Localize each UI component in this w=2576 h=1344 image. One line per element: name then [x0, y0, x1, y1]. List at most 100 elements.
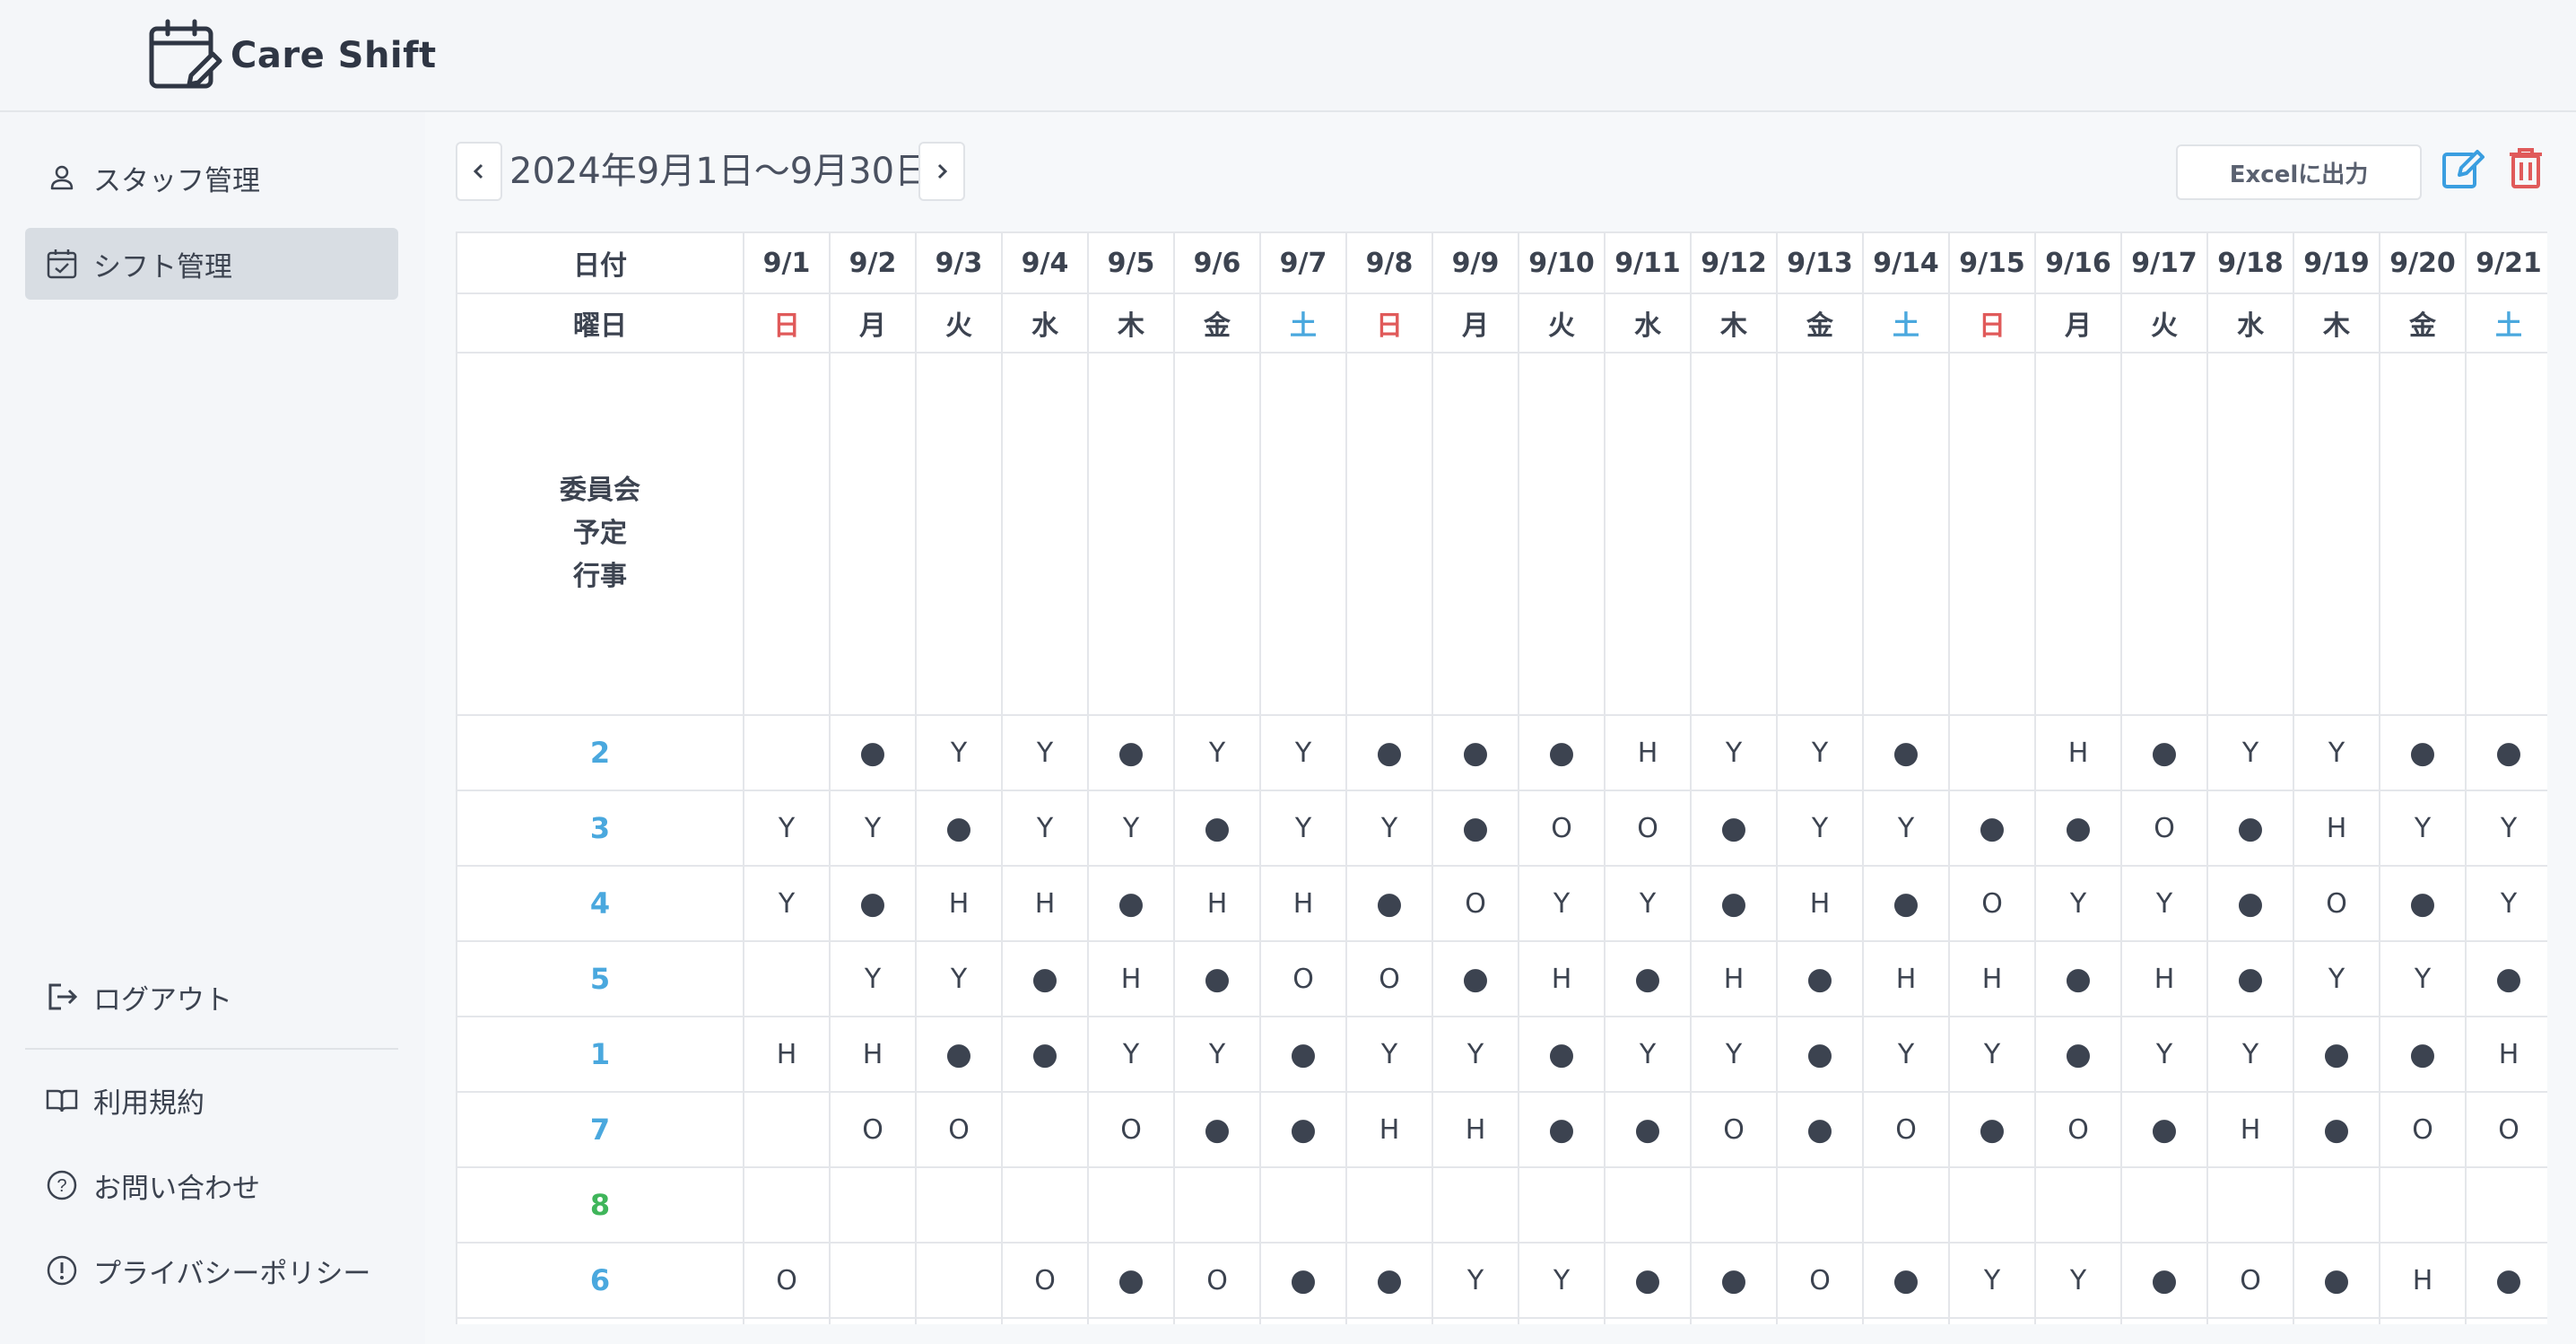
shift-cell[interactable]: ● — [2379, 865, 2467, 942]
committee-cell[interactable] — [1001, 352, 1089, 716]
shift-cell[interactable]: Y — [1948, 1016, 2036, 1093]
shift-cell[interactable]: ● — [915, 1016, 1003, 1093]
staff-id[interactable]: 5 — [456, 940, 744, 1017]
shift-cell[interactable]: ● — [2034, 940, 2122, 1017]
shift-cell[interactable]: ● — [1345, 865, 1433, 942]
staff-id[interactable]: 7 — [456, 1091, 744, 1168]
shift-cell[interactable]: Y — [829, 790, 917, 867]
shift-cell[interactable]: ● — [1862, 714, 1950, 791]
shift-cell[interactable] — [1948, 1166, 2036, 1244]
shift-cell[interactable] — [1690, 1317, 1778, 1324]
shift-cell[interactable] — [1345, 1166, 1433, 1244]
shift-cell[interactable]: H — [1087, 940, 1175, 1017]
shift-cell[interactable]: ● — [1518, 1091, 1606, 1168]
shift-cell[interactable]: Y — [2120, 1016, 2208, 1093]
shift-cell[interactable]: O — [2206, 1242, 2294, 1319]
shift-cell[interactable] — [1001, 1166, 1089, 1244]
shift-cell[interactable] — [2034, 1317, 2122, 1324]
shift-cell[interactable]: H — [1001, 865, 1089, 942]
shift-cell[interactable]: Y — [1001, 714, 1089, 791]
terms-link[interactable]: 利用規約 — [25, 1064, 398, 1136]
shift-cell[interactable]: Y — [2293, 940, 2380, 1017]
shift-cell[interactable]: H — [2465, 1016, 2547, 1093]
shift-cell[interactable] — [1001, 1091, 1089, 1168]
shift-cell[interactable]: ● — [1259, 1016, 1347, 1093]
shift-cell[interactable]: ● — [1862, 1242, 1950, 1319]
shift-cell[interactable]: H — [1862, 940, 1950, 1017]
shift-cell[interactable]: ● — [829, 865, 917, 942]
shift-cell[interactable]: H — [1690, 940, 1778, 1017]
shift-cell[interactable]: ● — [1604, 940, 1692, 1017]
shift-cell[interactable]: O — [915, 1091, 1003, 1168]
shift-cell[interactable]: O — [1690, 1091, 1778, 1168]
shift-cell[interactable]: O — [1087, 1091, 1175, 1168]
next-period-button[interactable] — [918, 142, 965, 201]
shift-cell[interactable]: ● — [2293, 1091, 2380, 1168]
shift-cell[interactable] — [1173, 1317, 1261, 1324]
shift-cell[interactable] — [1173, 1166, 1261, 1244]
committee-cell[interactable] — [1690, 352, 1778, 716]
shift-cell[interactable]: Y — [2293, 714, 2380, 791]
shift-cell[interactable]: ● — [2465, 714, 2547, 791]
shift-cell[interactable]: ● — [1087, 865, 1175, 942]
shift-cell[interactable]: Y — [2379, 940, 2467, 1017]
committee-cell[interactable] — [1173, 352, 1261, 716]
shift-cell[interactable]: Y — [2034, 865, 2122, 942]
shift-cell[interactable]: ● — [1087, 1242, 1175, 1319]
committee-cell[interactable] — [1087, 352, 1175, 716]
shift-cell[interactable]: ● — [2120, 1091, 2208, 1168]
staff-id[interactable]: 6 — [456, 1242, 744, 1319]
shift-cell[interactable]: ● — [2034, 790, 2122, 867]
staff-id[interactable]: 3 — [456, 790, 744, 867]
committee-cell[interactable] — [2465, 352, 2547, 716]
committee-cell[interactable] — [829, 352, 917, 716]
logout-button[interactable]: ログアウト — [25, 961, 398, 1033]
committee-cell[interactable] — [2206, 352, 2294, 716]
committee-cell[interactable] — [1948, 352, 2036, 716]
shift-cell[interactable]: Y — [2120, 865, 2208, 942]
shift-cell[interactable] — [743, 1317, 831, 1324]
shift-cell[interactable]: Y — [915, 714, 1003, 791]
shift-cell[interactable] — [1087, 1317, 1175, 1324]
shift-cell[interactable]: H — [1259, 865, 1347, 942]
export-excel-button[interactable]: Excelに出力 — [2176, 144, 2422, 200]
shift-cell[interactable]: O — [829, 1091, 917, 1168]
shift-cell[interactable]: ● — [1001, 1016, 1089, 1093]
shift-cell[interactable]: ● — [2465, 940, 2547, 1017]
shift-cell[interactable]: ● — [1690, 1242, 1778, 1319]
shift-cell[interactable]: O — [1259, 940, 1347, 1017]
shift-cell[interactable]: Y — [915, 940, 1003, 1017]
privacy-link[interactable]: プライバシーポリシー — [25, 1235, 398, 1306]
shift-cell[interactable] — [1432, 1317, 1519, 1324]
shift-cell[interactable] — [1948, 714, 2036, 791]
committee-cell[interactable] — [1432, 352, 1519, 716]
shift-cell[interactable] — [743, 714, 831, 791]
shift-cell[interactable]: H — [1345, 1091, 1433, 1168]
committee-cell[interactable] — [2379, 352, 2467, 716]
shift-cell[interactable]: O — [1432, 865, 1519, 942]
shift-cell[interactable]: O — [1776, 1242, 1864, 1319]
shift-cell[interactable]: O — [1604, 790, 1692, 867]
shift-cell[interactable] — [2293, 1317, 2380, 1324]
shift-cell[interactable]: ● — [2206, 790, 2294, 867]
shift-cell[interactable]: Y — [1690, 714, 1778, 791]
staff-id[interactable]: 8 — [456, 1166, 744, 1244]
shift-cell[interactable] — [2379, 1166, 2467, 1244]
shift-cell[interactable] — [1690, 1166, 1778, 1244]
shift-cell[interactable]: Y — [1173, 1016, 1261, 1093]
shift-cell[interactable]: Y — [1776, 790, 1864, 867]
shift-cell[interactable]: ● — [1432, 940, 1519, 1017]
shift-cell[interactable]: ● — [2206, 940, 2294, 1017]
shift-cell[interactable] — [1604, 1317, 1692, 1324]
shift-cell[interactable]: ● — [1173, 940, 1261, 1017]
shift-cell[interactable] — [1259, 1166, 1347, 1244]
shift-cell[interactable]: Y — [1518, 1242, 1606, 1319]
shift-table-container[interactable]: 日付 9/1 9/2 9/3 9/4 9/5 9/6 9/7 9/8 9/9 9/10 9/11 9/1… — [456, 231, 2547, 1324]
committee-cell[interactable] — [1345, 352, 1433, 716]
committee-cell[interactable] — [1259, 352, 1347, 716]
shift-cell[interactable] — [2465, 1317, 2547, 1324]
shift-cell[interactable] — [2034, 1166, 2122, 1244]
shift-cell[interactable] — [743, 1166, 831, 1244]
shift-cell[interactable] — [2465, 1166, 2547, 1244]
shift-cell[interactable]: Y — [2379, 790, 2467, 867]
